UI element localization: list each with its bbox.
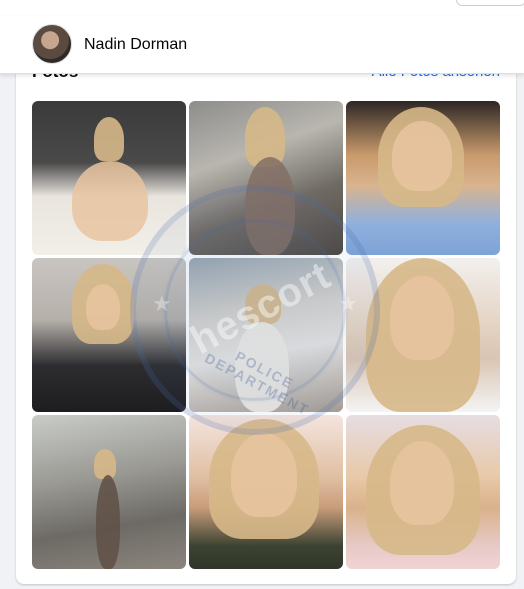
photo-subject-body bbox=[235, 322, 289, 412]
top-strip-button[interactable] bbox=[456, 0, 524, 6]
top-strip bbox=[0, 0, 524, 16]
avatar[interactable] bbox=[32, 24, 72, 64]
photo-subject-face bbox=[390, 276, 454, 360]
photo-tile-7[interactable] bbox=[32, 415, 186, 569]
photo-subject bbox=[94, 117, 124, 161]
photo-tile-4[interactable] bbox=[32, 258, 186, 412]
photo-tile-6[interactable] bbox=[346, 258, 500, 412]
photo-tile-2[interactable] bbox=[189, 101, 343, 255]
photo-subject-body bbox=[245, 157, 295, 255]
photo-subject bbox=[94, 449, 116, 479]
photos-card: Fotos Alle Fotos ansehen bbox=[16, 54, 516, 584]
photo-subject-face bbox=[392, 121, 452, 191]
photo-tile-5[interactable] bbox=[189, 258, 343, 412]
photo-subject bbox=[245, 284, 281, 324]
photo-subject-face bbox=[231, 433, 297, 517]
profile-name[interactable]: Nadin Dorman bbox=[84, 36, 187, 54]
profile-header: Nadin Dorman bbox=[0, 16, 524, 74]
photo-tile-8[interactable] bbox=[189, 415, 343, 569]
photo-tile-1[interactable] bbox=[32, 101, 186, 255]
photo-subject-face bbox=[390, 441, 454, 525]
photo-tile-3[interactable] bbox=[346, 101, 500, 255]
photo-grid bbox=[32, 101, 500, 569]
photo-subject-body bbox=[72, 161, 148, 241]
photo-subject-body bbox=[96, 475, 120, 569]
photo-subject-face bbox=[86, 284, 120, 330]
photo-tile-9[interactable] bbox=[346, 415, 500, 569]
